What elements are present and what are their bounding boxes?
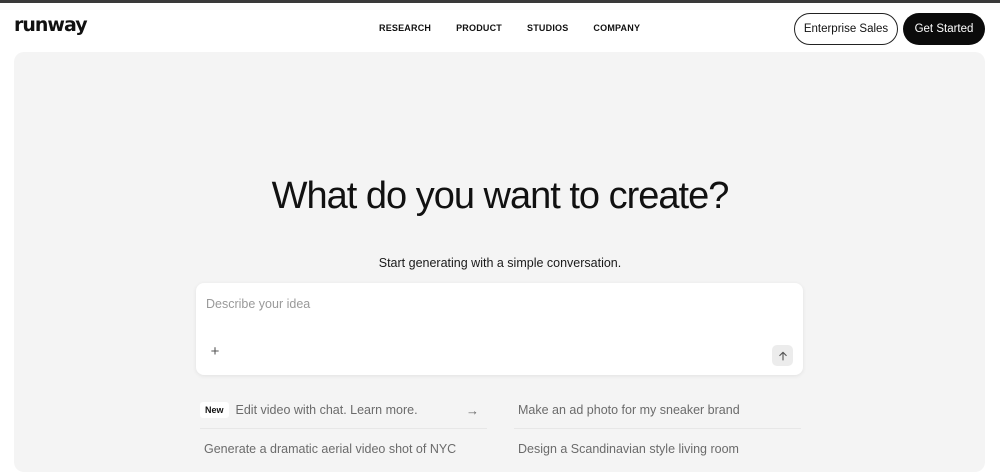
suggestion-text: Design a Scandinavian style living room — [518, 442, 739, 456]
suggestion-item[interactable]: Make an ad photo for my sneaker brand — [514, 391, 801, 429]
main-menu: RESEARCH PRODUCT STUDIOS COMPANY — [379, 23, 665, 33]
suggestion-item[interactable]: New Edit video with chat. Learn more. → — [200, 391, 487, 429]
menu-item-product[interactable]: PRODUCT — [456, 23, 502, 33]
arrow-up-icon — [778, 351, 787, 361]
menu-item-studios[interactable]: STUDIOS — [527, 23, 568, 33]
suggestion-item[interactable]: Generate a dramatic aerial video shot of… — [200, 430, 487, 468]
runway-logo[interactable]: runway — [14, 14, 88, 36]
enterprise-sales-button[interactable]: Enterprise Sales — [794, 13, 898, 45]
new-badge: New — [200, 401, 229, 418]
send-button[interactable] — [772, 345, 793, 366]
prompt-input[interactable] — [206, 293, 786, 315]
suggestion-item[interactable]: Design a Scandinavian style living room — [514, 430, 801, 468]
get-started-button[interactable]: Get Started — [903, 13, 985, 45]
menu-item-company[interactable]: COMPANY — [593, 23, 640, 33]
suggestion-text: Make an ad photo for my sneaker brand — [518, 402, 740, 417]
suggestion-text: Generate a dramatic aerial video shot of… — [204, 442, 457, 456]
suggestion-text: Edit video with chat. Learn more. — [235, 402, 418, 417]
prompt-box: + — [196, 283, 803, 375]
page-title: What do you want to create? — [271, 175, 730, 217]
plus-icon[interactable]: + — [208, 344, 222, 359]
menu-item-research[interactable]: RESEARCH — [379, 23, 431, 33]
page-subtitle: Start generating with a simple conversat… — [378, 256, 622, 270]
top-navigation: runway RESEARCH PRODUCT STUDIOS COMPANY … — [0, 3, 1000, 51]
arrow-right-icon: → — [466, 403, 479, 418]
